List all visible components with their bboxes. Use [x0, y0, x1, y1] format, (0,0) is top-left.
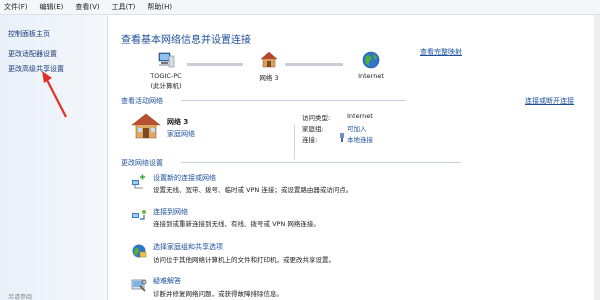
- pc-name-label: TOGIC-PC: [150, 72, 182, 80]
- network-node-pc: TOGIC-PC (此计算机): [141, 51, 191, 90]
- menu-bar: 文件(F) 编辑(E) 查看(V) 工具(T) 帮助(H): [0, 0, 600, 15]
- left-navigation-pane: 控制面板主页 更改适配器设置 更改高级共享设置 另请参阅: [0, 15, 108, 300]
- connection-line-1: [187, 63, 243, 66]
- access-type-label: 访问类型:: [302, 114, 331, 122]
- access-type-value: Internet: [347, 112, 373, 120]
- connection-line-2: [285, 63, 343, 66]
- section-divider: [181, 100, 406, 101]
- section-divider: [181, 162, 461, 163]
- page-title: 查看基本网络信息并设置连接: [121, 35, 251, 46]
- menu-view[interactable]: 查看(V): [75, 2, 99, 12]
- task-connect-network-link[interactable]: 连接到网络: [153, 207, 188, 217]
- task-connect-network-desc: 连接到或重新连接到无线、有线、拨号或 VPN 网络连接。: [153, 220, 320, 228]
- vertical-scrollbar[interactable]: [594, 15, 600, 300]
- connection-status-icon: [340, 133, 344, 142]
- new-connection-icon: [132, 174, 145, 189]
- homegroup-sharing-icon: [132, 244, 147, 258]
- change-adapter-settings-link[interactable]: 更改适配器设置: [8, 49, 57, 59]
- network-node-internet: Internet: [351, 51, 391, 80]
- pc-sub-label: (此计算机): [150, 82, 182, 90]
- task-setup-connection-link[interactable]: 设置新的连接或网络: [153, 173, 216, 183]
- globe-icon: [362, 51, 380, 69]
- see-also-label: 另请参阅: [8, 294, 33, 300]
- house-icon: [260, 51, 278, 68]
- active-networks-heading: 查看活动网络: [121, 97, 163, 105]
- task-homegroup-sharing-desc: 访问位于其他网络计算机上的文件和打印机，或更改共享设置。: [153, 256, 335, 264]
- network-node-network: 网络 3: [249, 51, 289, 82]
- connect-or-disconnect-link[interactable]: 连接或断开连接: [525, 96, 574, 106]
- task-troubleshoot-desc: 诊断并修复网络问题，或获得故障排除信息。: [153, 290, 283, 298]
- homegroup-label: 家庭组:: [302, 125, 324, 133]
- active-network-name: 网络 3: [167, 118, 189, 126]
- home-network-link[interactable]: 家庭网络: [167, 129, 195, 139]
- connection-label: 连接:: [302, 136, 318, 144]
- menu-tools[interactable]: 工具(T): [112, 2, 136, 12]
- red-annotation-arrow: [42, 71, 67, 118]
- change-settings-heading: 更改网络设置: [121, 159, 163, 167]
- vertical-divider: [294, 125, 295, 159]
- task-troubleshoot-link[interactable]: 疑难解答: [153, 276, 181, 286]
- network-node-label: 网络 3: [259, 74, 279, 82]
- internet-node-label: Internet: [358, 72, 384, 80]
- local-connection-link[interactable]: 本地连接: [347, 134, 373, 144]
- computer-icon: [158, 52, 175, 68]
- home-network-icon: [131, 113, 161, 139]
- task-homegroup-sharing-link[interactable]: 选择家庭组和共享选项: [153, 242, 223, 252]
- connect-network-icon: [132, 210, 146, 220]
- homegroup-join-link[interactable]: 可加入: [347, 123, 367, 133]
- menu-file[interactable]: 文件(F): [4, 2, 28, 12]
- control-panel-home-link[interactable]: 控制面板主页: [8, 29, 50, 39]
- task-setup-connection-desc: 设置无线、宽带、拨号、临时或 VPN 连接；或设置路由器或访问点。: [153, 186, 353, 194]
- view-full-map-link[interactable]: 查看完整映射: [420, 47, 462, 57]
- menu-edit[interactable]: 编辑(E): [40, 2, 64, 12]
- troubleshoot-icon: [131, 279, 147, 292]
- menu-help[interactable]: 帮助(H): [147, 2, 172, 12]
- main-content: 查看基本网络信息并设置连接 查看完整映射 TOGIC-PC (此计算机) 网络 …: [109, 15, 600, 300]
